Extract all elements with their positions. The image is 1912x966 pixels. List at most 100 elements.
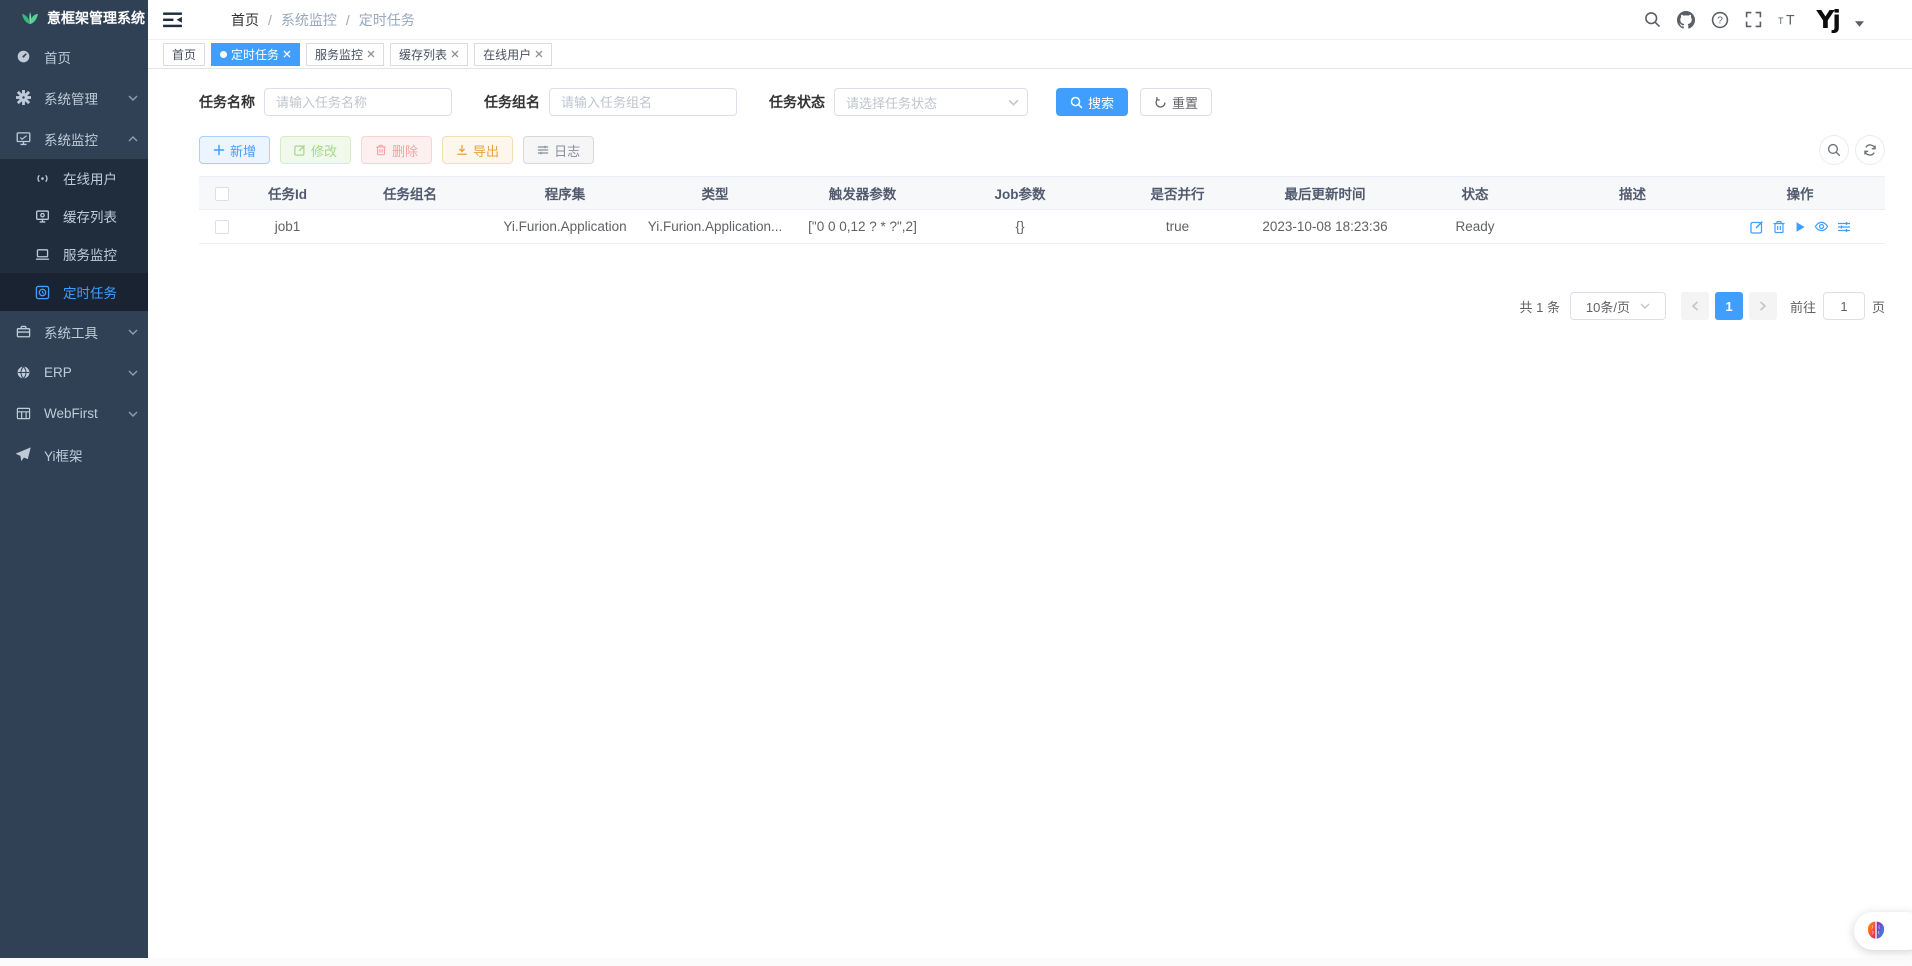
task-name-input[interactable] (264, 88, 452, 116)
column-header: 触发器参数 (790, 177, 935, 210)
sidebar-item-home[interactable]: 首页 (0, 36, 148, 77)
row-checkbox[interactable] (215, 220, 229, 234)
edit-icon[interactable] (1750, 219, 1764, 234)
add-button[interactable]: 新增 (199, 136, 270, 164)
sidebar-item-yi-framework[interactable]: Yi框架 (0, 434, 148, 475)
main-area: 首页 / 系统监控 / 定时任务 (148, 0, 1912, 966)
tab-service-monitor[interactable]: 服务监控 (306, 43, 384, 66)
sidebar-item-scheduled-tasks[interactable]: 定时任务 (0, 273, 148, 311)
sidebar-item-label: ERP (44, 365, 72, 380)
sidebar-item-online-users[interactable]: 在线用户 (0, 159, 148, 197)
breadcrumb-home[interactable]: 首页 (231, 10, 259, 30)
column-header: 是否并行 (1105, 177, 1250, 210)
chevron-down-icon (128, 411, 138, 417)
tab-home[interactable]: 首页 (163, 43, 205, 66)
active-tab-dot (220, 51, 227, 58)
sidebar-item-webfirst[interactable]: WebFirst (0, 393, 148, 434)
close-icon[interactable] (367, 50, 375, 58)
sidebar-item-label: 服务监控 (63, 244, 117, 264)
svg-text:?: ? (1718, 15, 1724, 26)
log-detail-icon[interactable] (1837, 219, 1851, 234)
svg-text:T: T (1778, 16, 1784, 26)
page-unit-label: 页 (1872, 297, 1885, 316)
chevron-down-icon (128, 370, 138, 376)
table-header-row: 任务Id 任务组名 程序集 类型 触发器参数 Job参数 是否并行 最后更新时间… (199, 177, 1885, 210)
sidebar-item-label: 在线用户 (63, 168, 117, 188)
chevron-up-icon (128, 136, 138, 142)
search-button-label: 搜索 (1088, 93, 1114, 112)
font-size-icon[interactable]: T T (1778, 11, 1800, 28)
cell-trigger-params: ["0 0 0,12 ? * ?",2] (790, 210, 935, 244)
fullscreen-icon[interactable] (1745, 11, 1762, 28)
chevron-down-icon (128, 95, 138, 101)
close-icon[interactable] (535, 50, 543, 58)
select-all-checkbox[interactable] (215, 187, 229, 201)
table-row: job1 Yi.Furion.Application Yi.Furion.App… (199, 210, 1885, 244)
user-avatar[interactable]: Yj (1816, 7, 1839, 32)
cell-task-id: job1 (245, 210, 330, 244)
run-icon[interactable] (1794, 219, 1806, 234)
svg-text:T: T (1786, 12, 1795, 28)
help-icon[interactable]: ? (1711, 11, 1729, 29)
tab-cache-list[interactable]: 缓存列表 (390, 43, 468, 66)
dashboard-icon (15, 49, 31, 65)
sidebar-item-label: 定时任务 (63, 282, 117, 302)
caret-down-icon[interactable] (1855, 21, 1864, 27)
goto-label: 前往 (1790, 297, 1816, 316)
delete-icon[interactable] (1772, 219, 1786, 234)
filter-task-status: 任务状态 请选择任务状态 (769, 88, 1028, 116)
sidebar: 意框架管理系统 首页 (0, 0, 148, 958)
next-page-button[interactable] (1749, 292, 1777, 320)
page-size-value: 10条/页 (1586, 297, 1630, 316)
search-icon[interactable] (1644, 11, 1661, 28)
sidebar-item-label: 系统监控 (44, 129, 98, 149)
search-icon[interactable] (1819, 135, 1849, 165)
github-icon[interactable] (1677, 11, 1695, 29)
trash-icon (375, 144, 387, 156)
edit-button[interactable]: 修改 (280, 136, 351, 164)
breadcrumb-item: 定时任务 (359, 10, 415, 30)
task-status-select[interactable]: 请选择任务状态 (834, 88, 1028, 116)
tab-online-users[interactable]: 在线用户 (474, 43, 552, 66)
navbar: 首页 / 系统监控 / 定时任务 (148, 0, 1912, 40)
horizontal-scrollbar-track[interactable] (0, 958, 1912, 966)
task-status-label: 任务状态 (769, 92, 825, 112)
search-button[interactable]: 搜索 (1056, 88, 1128, 116)
tab-scheduled-tasks[interactable]: 定时任务 (211, 43, 300, 66)
prev-page-button[interactable] (1681, 292, 1709, 320)
add-button-label: 新增 (230, 141, 256, 160)
search-icon (1070, 96, 1083, 109)
app-logo[interactable]: 意框架管理系统 (0, 0, 148, 36)
sidebar-item-system-monitoring[interactable]: 系统监控 (0, 118, 148, 159)
delete-button[interactable]: 删除 (361, 136, 432, 164)
close-icon[interactable] (283, 50, 291, 58)
tab-label: 在线用户 (483, 46, 531, 63)
sidebar-item-cache-list[interactable]: 缓存列表 (0, 197, 148, 235)
sidebar-item-label: WebFirst (44, 406, 98, 421)
select-placeholder: 请选择任务状态 (846, 93, 937, 112)
sidebar-item-system-tools[interactable]: 系统工具 (0, 311, 148, 352)
page-number-button[interactable]: 1 (1715, 292, 1743, 320)
refresh-icon[interactable] (1855, 135, 1885, 165)
edit-icon (294, 144, 306, 156)
goto-page-input[interactable] (1823, 292, 1865, 320)
close-icon[interactable] (451, 50, 459, 58)
column-header: 状态 (1400, 177, 1550, 210)
export-button[interactable]: 导出 (442, 136, 513, 164)
column-header: 任务组名 (330, 177, 490, 210)
fold-menu-icon[interactable] (163, 12, 182, 28)
log-button[interactable]: 日志 (523, 136, 594, 164)
table-toolbar: 新增 修改 (199, 135, 1885, 165)
reset-button[interactable]: 重置 (1140, 88, 1212, 116)
task-group-input[interactable] (549, 88, 737, 116)
toolbox-icon (15, 324, 31, 340)
page-size-select[interactable]: 10条/页 (1570, 292, 1666, 320)
assistant-pill[interactable] (1854, 912, 1912, 950)
sidebar-item-erp[interactable]: ERP (0, 352, 148, 393)
export-button-label: 导出 (473, 141, 499, 160)
sidebar-item-service-monitor[interactable]: 服务监控 (0, 235, 148, 273)
sidebar-item-system-management[interactable]: 系统管理 (0, 77, 148, 118)
view-icon[interactable] (1814, 219, 1829, 234)
cache-list-icon (34, 208, 50, 224)
cell-status: Ready (1400, 210, 1550, 244)
